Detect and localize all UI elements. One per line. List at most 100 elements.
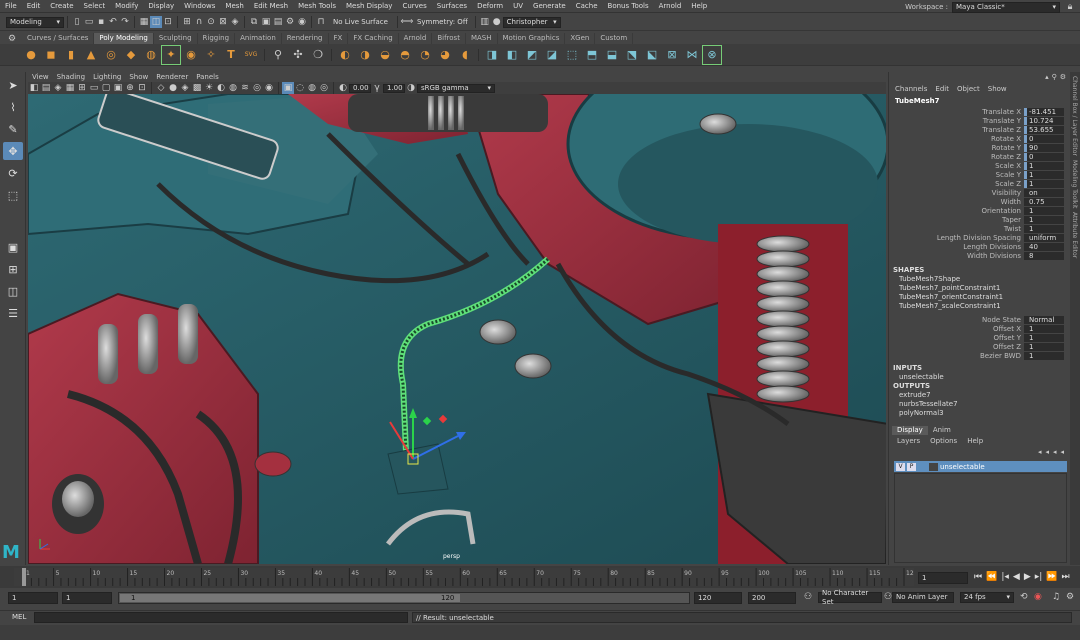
snap-point-icon[interactable]: ⊙ (205, 16, 217, 28)
channel-label[interactable]: Scale X (889, 162, 1024, 170)
shelf-tab-rigging[interactable]: Rigging (198, 33, 236, 44)
color-management-icon[interactable]: ◑ (405, 82, 417, 94)
shelf-tab-sculpting[interactable]: Sculpting (154, 33, 198, 44)
menu-bonus-tools[interactable]: Bonus Tools (603, 0, 654, 13)
snap-view-icon[interactable]: ⊠ (217, 16, 229, 28)
range-bar[interactable]: 1 120 (118, 592, 690, 604)
scale-tool-icon[interactable]: ⬚ (3, 186, 23, 204)
channel-box-filter-icon[interactable]: ⚲ (1052, 73, 1057, 81)
ipr-render-icon[interactable]: ▤ (272, 16, 284, 28)
two-view-icon[interactable]: ◫ (3, 282, 23, 300)
channel-row[interactable]: Taper 1 (889, 215, 1070, 224)
svg-icon[interactable]: SVG (242, 46, 260, 64)
history-icon[interactable]: ⧉ (248, 16, 260, 28)
target-weld-icon[interactable]: ⬚ (563, 46, 581, 64)
shelf-tab-custom[interactable]: Custom (595, 33, 634, 44)
extract-icon[interactable]: ◔ (416, 46, 434, 64)
play-backward-icon[interactable]: ◀ (1013, 572, 1020, 582)
channel-value[interactable]: 1 (1024, 324, 1064, 333)
sound-icon[interactable]: ♫ (1052, 592, 1060, 602)
extrude-icon[interactable]: ◨ (483, 46, 501, 64)
channel-row[interactable]: Translate Y 10.724 (889, 116, 1070, 125)
channel-row[interactable]: Offset Z1 (889, 342, 1070, 351)
layer-move-down-icon[interactable]: ◂ (1045, 448, 1049, 456)
channel-value[interactable]: 1 (1024, 224, 1064, 233)
channel-row[interactable]: Rotate Z0 (889, 152, 1070, 161)
shape-node[interactable]: TubeMesh7_orientConstraint1 (889, 293, 1070, 302)
channel-value[interactable]: 10.724 (1024, 116, 1064, 125)
viewport-menu-renderer[interactable]: Renderer (152, 72, 192, 82)
channel-label[interactable]: Rotate Y (889, 144, 1024, 152)
menu-curves[interactable]: Curves (397, 0, 431, 13)
depth-of-field-icon[interactable]: ◉ (263, 82, 275, 94)
channel-row[interactable]: Translate X -81.451 (889, 107, 1070, 116)
menu-create[interactable]: Create (45, 0, 78, 13)
menu-mesh[interactable]: Mesh (220, 0, 248, 13)
channel-row[interactable]: Scale Y1 (889, 170, 1070, 179)
poly-type-icon[interactable]: T (222, 46, 240, 64)
grid-icon[interactable]: ⊞ (76, 82, 88, 94)
channel-value[interactable]: 1 (1024, 206, 1064, 215)
channel-value[interactable]: 1 (1024, 161, 1064, 170)
character-set-dropdown[interactable]: No Character Set (818, 589, 882, 606)
channel-menu-channels[interactable]: Channels (895, 85, 927, 93)
camera-select-icon[interactable]: ◧ (28, 82, 40, 94)
channel-label[interactable]: Bezier BWD (889, 352, 1024, 360)
menu-edit-mesh[interactable]: Edit Mesh (249, 0, 293, 13)
poly-disc-icon[interactable]: ◍ (142, 46, 160, 64)
animation-start-field[interactable]: 1 (8, 592, 58, 604)
select-object-icon[interactable]: ◫ (150, 16, 162, 28)
lock-icon[interactable]: 🔒︎ (1064, 1, 1076, 13)
side-tab[interactable]: Modeling Toolkit (1071, 160, 1078, 208)
film-gate-icon[interactable]: ▭ (88, 82, 100, 94)
channel-menu-show[interactable]: Show (988, 85, 1007, 93)
viewport-menu-show[interactable]: Show (125, 72, 152, 82)
exposure-field[interactable]: 0.00 (349, 83, 371, 93)
gate-mask-icon[interactable]: ▣ (112, 82, 124, 94)
menu-help[interactable]: Help (686, 0, 712, 13)
step-back-frame-icon[interactable]: |◂ (1001, 572, 1009, 582)
outliner-view-icon[interactable]: ☰ (3, 304, 23, 322)
output-node[interactable]: polyNormal3 (889, 409, 1070, 418)
move-tool-icon[interactable]: ✥ (3, 142, 23, 160)
offset-edge-loop-icon[interactable]: ⬕ (643, 46, 661, 64)
menu-windows[interactable]: Windows (179, 0, 220, 13)
snap-grid-icon[interactable]: ⊞ (181, 16, 193, 28)
lights-icon[interactable]: ☀ (203, 82, 215, 94)
viewport-menu-view[interactable]: View (28, 72, 53, 82)
shelf-tab-fx-caching[interactable]: FX Caching (348, 33, 399, 44)
shelf-tab-xgen[interactable]: XGen (565, 33, 596, 44)
shelf-tab-bifrost[interactable]: Bifrost (432, 33, 466, 44)
current-time-marker[interactable] (22, 568, 26, 586)
channel-label[interactable]: Offset X (889, 325, 1024, 333)
wireframe-on-shaded-icon[interactable]: ◈ (179, 82, 191, 94)
select-hierarchy-icon[interactable]: ▦ (138, 16, 150, 28)
channel-label[interactable]: Taper (889, 216, 1024, 224)
magnet-icon[interactable]: ⊓ (315, 16, 327, 28)
preferences-icon[interactable]: ⚙ (1066, 592, 1074, 602)
rotate-tool-icon[interactable]: ⟳ (3, 164, 23, 182)
channel-label[interactable]: Rotate Z (889, 153, 1024, 161)
view-transform-dropdown[interactable]: sRGB gamma ▾ (417, 83, 495, 93)
menu-file[interactable]: File (0, 0, 22, 13)
shelf-tab-curves-surfaces[interactable]: Curves / Surfaces (22, 33, 95, 44)
channel-value[interactable]: 8 (1024, 251, 1064, 260)
camera-attrs-icon[interactable]: ▤ (40, 82, 52, 94)
current-frame-field[interactable]: 1 (918, 572, 968, 584)
output-node[interactable]: nurbsTessellate7 (889, 400, 1070, 409)
connect-icon[interactable]: ⬒ (583, 46, 601, 64)
layer-move-up-icon[interactable]: ◂ (1038, 448, 1042, 456)
symmetry-label[interactable]: Symmetry: Off (417, 18, 468, 26)
reduce-icon[interactable]: ◖ (456, 46, 474, 64)
channel-label[interactable]: Translate X (889, 108, 1024, 116)
image-plane-icon[interactable]: ▦ (64, 82, 76, 94)
quad-draw-icon[interactable]: ⬓ (603, 46, 621, 64)
time-ruler[interactable]: 1 5 10 15 20 25 30 35 40 45 50 55 60 65 70 75 80 85 90 95 10… (14, 568, 918, 586)
channel-row[interactable]: Twist 1 (889, 224, 1070, 233)
single-view-icon[interactable]: ▣ (3, 238, 23, 256)
channel-label[interactable]: Orientation (889, 207, 1024, 215)
lasso-tool-icon[interactable]: ⌇ (3, 98, 23, 116)
separate-icon[interactable]: ✣ (289, 46, 307, 64)
channel-row[interactable]: Length Division Spacing uniform (889, 233, 1070, 242)
shelf-tab-fx[interactable]: FX (329, 33, 349, 44)
